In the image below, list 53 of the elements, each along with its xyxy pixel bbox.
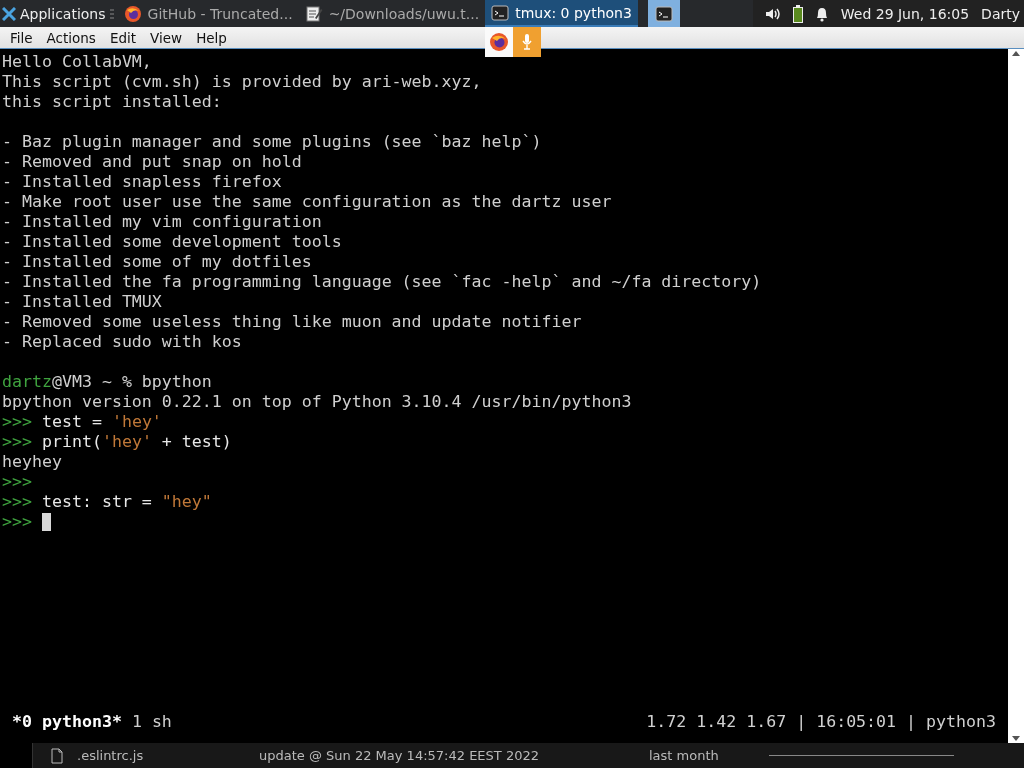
workspace-button[interactable] (647, 0, 680, 27)
menu-item[interactable]: Help (189, 29, 234, 46)
browser-globe-icon (489, 32, 509, 52)
commit-age: last month (649, 748, 720, 763)
user-name[interactable]: Darty (981, 5, 1020, 22)
terminal-line: - Installed snapless firefox (2, 172, 282, 192)
terminal-line: >>> test: str = "hey" (2, 492, 212, 512)
menu-item[interactable]: View (143, 29, 190, 46)
scrollbar[interactable] (1008, 49, 1024, 743)
terminal-line: - Baz plugin manager and some plugins (see `baz help`) (2, 132, 542, 152)
menu-item[interactable]: Edit (102, 29, 144, 46)
terminal-line: - Installed some of my dotfiles (2, 252, 312, 272)
down-arrow-icon (1011, 735, 1021, 743)
applications-menu[interactable]: Applications (0, 0, 118, 27)
terminal-line: - Installed my vim configuration (2, 212, 322, 232)
terminal-line: this script installed: (2, 92, 222, 112)
menu-item[interactable]: Actions (39, 29, 103, 46)
terminal-line: >>> test = 'hey' (2, 412, 162, 432)
file-name: .eslintrc.js (77, 748, 144, 763)
up-arrow-icon (1011, 49, 1021, 57)
terminal-line: heyhey (2, 452, 62, 472)
tmux-status-info: 1.72 1.42 1.67 | 16:05:01 | python3 (646, 712, 996, 732)
taskbar-item[interactable]: GitHub - Truncated... (117, 0, 299, 27)
commit-message: update @ Sun 22 May 14:57:42 EEST 2022 (258, 748, 540, 763)
terminal-line: This script (cvm.sh) is provided by ari-web.xyz, (2, 72, 482, 92)
terminal-line: Hello CollabVM, (2, 52, 152, 72)
browser-globe-icon (123, 4, 142, 23)
terminal-line: - Make root user use the same configuration as the dartz user (2, 192, 612, 212)
terminal-line: - Removed and put snap on hold (2, 152, 302, 172)
menu-item[interactable]: File (3, 29, 40, 46)
terminal-line: - Installed TMUX (2, 292, 162, 312)
tmux-window-list: *0 python3* 1 sh (12, 712, 172, 732)
terminal-icon (491, 3, 510, 22)
terminal-line: - Removed some useless thing like muon and update notifier (2, 312, 582, 332)
terminal-icon (654, 4, 673, 23)
taskbar-item[interactable]: tmux: 0 python3 (485, 0, 638, 27)
x-logo-icon (2, 6, 16, 21)
bell-icon (814, 5, 829, 22)
taskbar-item[interactable]: ~/Downloads/uwu.t... (298, 0, 486, 27)
microphone-icon (521, 33, 533, 51)
terminal-line: - Installed the fa programming language (see `fac -help` and ~/fa directory) (2, 272, 762, 292)
file-icon (51, 747, 63, 764)
clock[interactable]: Wed 29 Jun, 16:05 (840, 5, 970, 22)
terminal-line: - Installed some development tools (2, 232, 342, 252)
notepad-icon (304, 4, 323, 23)
terminal-line: - Replaced sudo with kos (2, 332, 242, 352)
terminal-line: >>> (2, 512, 33, 532)
terminal-line: >>> print('hey' + test) (2, 432, 232, 452)
terminal-line: dartz@VM3 ~ % bpython (2, 372, 212, 392)
battery-icon (792, 4, 803, 23)
terminal-line: >>> (2, 472, 32, 492)
terminal-line: bpython version 0.22.1 on top of Python 3.10.4 /usr/bin/python3 (2, 392, 632, 412)
handle-icon (109, 6, 114, 21)
